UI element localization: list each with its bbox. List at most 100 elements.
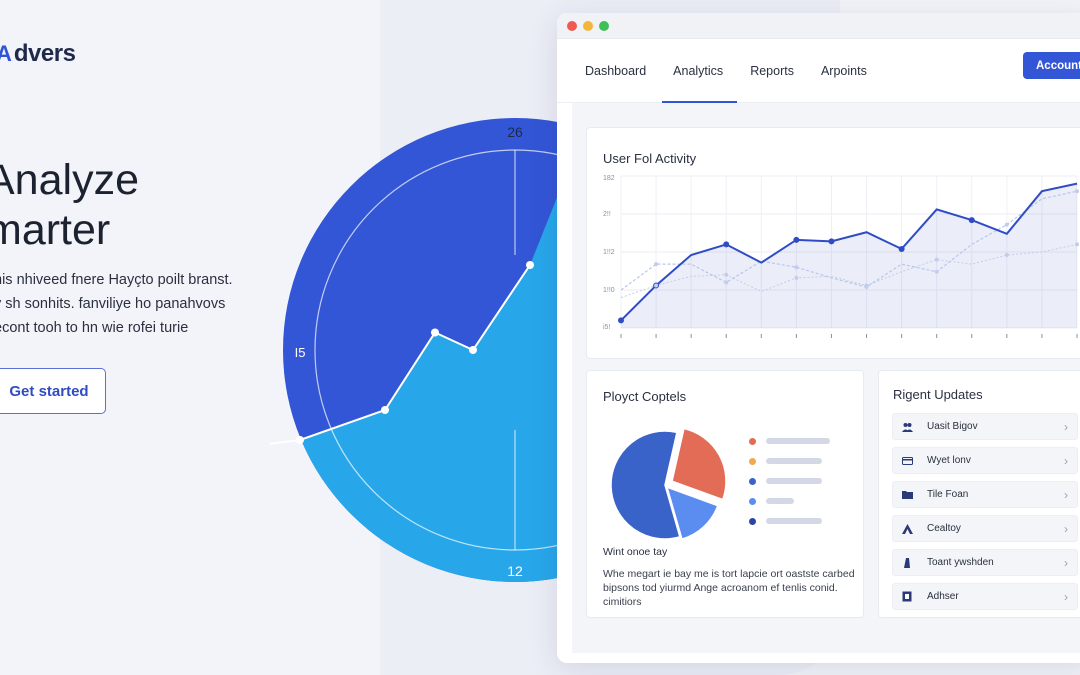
get-started-button[interactable]: Get started [0,368,106,414]
projects-title: Ployct Coptels [603,389,687,404]
gauge-label-top: 26 [507,124,523,140]
series-point [654,283,659,288]
legend-dot [749,497,756,505]
account-button[interactable]: Account [1023,52,1080,79]
minimize-window-button[interactable] [583,20,593,31]
people-icon [901,421,913,433]
hero-desc-line: nis nhiveed fnere Hayçto poilt branst. [0,272,233,288]
legend-placeholder-bar [766,438,830,444]
projects-pie-chart [610,427,727,541]
update-item[interactable]: Adhser › [892,583,1078,610]
folder-icon [901,489,913,501]
tab-dashboard[interactable]: Dashboard [585,39,646,103]
update-item[interactable]: Uasit Bigov › [892,413,1078,440]
legend-item [749,431,830,451]
legend-item [749,471,830,491]
chevron-right-icon: › [1064,488,1068,502]
gauge-point [469,346,477,354]
gauge-point [381,406,389,414]
series-point [724,272,729,277]
dashboard-content: User Fol Activity 182 2!! 1!!2 1!!0 i5! … [572,103,1080,653]
user-icon [901,557,913,569]
legend-placeholder-bar [766,518,822,524]
series-point [934,269,939,274]
projects-card: Ployct Coptels Wint onoe tay Whe megart … [586,370,864,618]
legend-placeholder-bar [766,498,794,504]
app-window: Dashboard Analytics Reports Arpoints Acc… [557,13,1080,663]
updates-card: Rigent Updates Uasit Bigov › Wyet lonv ›… [878,370,1080,618]
update-item[interactable]: Tile Foan › [892,481,1078,508]
legend-item [749,451,830,471]
tab-arpoints[interactable]: Arpoints [821,39,867,103]
top-navigation: Dashboard Analytics Reports Arpoints Acc… [557,39,1080,103]
series-point [723,241,730,248]
update-label: Toant ywshden [927,557,994,568]
legend-dot [749,517,756,525]
series-point [898,245,905,252]
hero-title-line: marter [0,206,111,254]
legend-placeholder-bar [766,478,822,484]
update-label: Cealtoy [927,523,961,534]
gauge-label-bottom: 12 [507,563,523,579]
pie-slice [671,427,727,501]
update-label: Tile Foan [927,489,969,500]
update-item[interactable]: Wyet lonv › [892,447,1078,474]
projects-text-line: cimitiors [603,596,642,608]
updates-list: Uasit Bigov › Wyet lonv › Tile Foan › Ce… [892,413,1078,617]
user-icon [901,523,913,535]
chevron-right-icon: › [1064,454,1068,468]
gauge-point [526,261,534,269]
hero-title: Analyze marter [0,155,286,255]
gauge-point [431,328,439,337]
activity-card: User Fol Activity 182 2!! 1!!2 1!!0 i5! [586,127,1080,359]
legend-dot [749,437,756,445]
update-item[interactable]: Cealtoy › [892,515,1078,542]
close-window-button[interactable] [567,20,577,31]
activity-title: User Fol Activity [603,151,697,166]
series-point [618,317,624,324]
series-point [724,280,729,285]
tab-analytics[interactable]: Analytics [662,39,738,103]
update-label: Wyet lonv [927,455,971,466]
hero-description: nis nhiveed fnere Hayçto poilt branst. y… [0,268,284,340]
update-label: Uasit Bigov [927,421,978,432]
y-tick-label: 182 [603,175,615,182]
card-icon [901,455,913,467]
y-tick-label: i5! [603,324,610,331]
hero-desc-line: y sh sonhits. fanviliye ho panahvovs [0,296,226,312]
y-tick-label: 1!!0 [603,287,615,294]
series-point [934,257,939,262]
brand-logo[interactable]: A dvers [0,40,76,68]
window-titlebar [557,13,1080,39]
tab-reports[interactable]: Reports [750,39,794,103]
gauge-label-left: I5 [295,345,306,360]
series-point [794,275,799,280]
projects-text-line: Whe megart ie bay me is tort lapcie ort … [603,568,855,580]
update-label: Adhser [927,591,959,602]
legend-dot [749,477,756,485]
update-item[interactable]: Toant ywshden › [892,549,1078,576]
maximize-window-button[interactable] [599,20,609,31]
activity-chart: 182 2!! 1!!2 1!!0 i5! [603,175,1079,338]
chevron-right-icon: › [1064,556,1068,570]
gauge-point [296,436,304,444]
series-point [654,262,659,267]
y-tick-label: 2!! [603,211,611,218]
series-point [794,265,799,270]
legend-placeholder-bar [766,458,822,464]
chevron-right-icon: › [1064,522,1068,536]
series-point [828,238,835,245]
legend-item [749,511,830,531]
logo-text: dvers [13,40,76,67]
pie-legend [749,431,830,531]
projects-subtitle: Wint onoe tay [603,546,668,558]
chevron-right-icon: › [1064,590,1068,604]
series-point [1004,222,1009,227]
series-point [864,283,869,288]
doc-icon [901,591,913,603]
legend-dot [749,457,756,465]
pie-slice [610,430,681,540]
legend-item [749,491,830,511]
series-point [1075,189,1079,194]
hero-desc-line: econt tooh to hn wie rofei turie [0,320,189,336]
